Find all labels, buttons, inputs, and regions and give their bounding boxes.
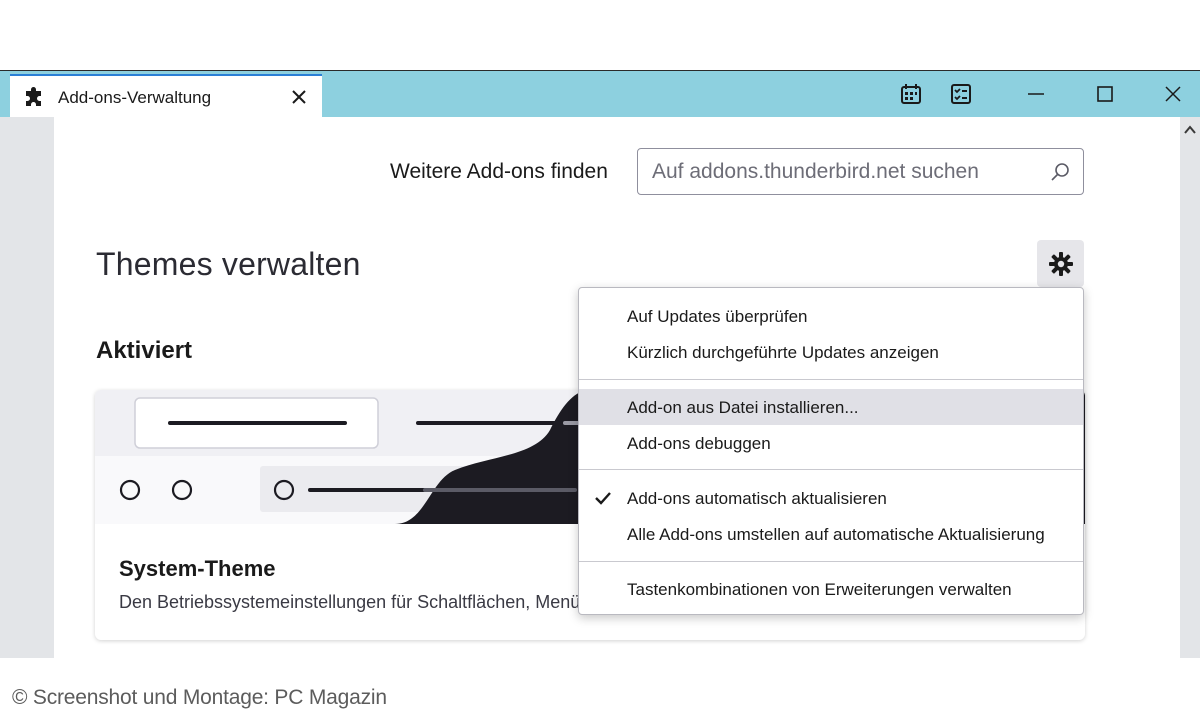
window-close-button[interactable] xyxy=(1158,79,1188,109)
menu-item-label: Add-ons automatisch aktualisieren xyxy=(627,489,887,508)
menu-item-manage-shortcuts[interactable]: Tastenkombinationen von Erweiterungen ve… xyxy=(579,571,1083,607)
menu-separator xyxy=(579,561,1083,562)
menu-item-recent-updates[interactable]: Kürzlich durchgeführte Updates anzeigen xyxy=(579,334,1083,370)
page-title: Themes verwalten xyxy=(96,246,361,282)
menu-item-check-updates[interactable]: Auf Updates überprüfen xyxy=(579,298,1083,334)
addons-search-input[interactable] xyxy=(652,159,1042,185)
maximize-button[interactable] xyxy=(1090,79,1120,109)
title-bar: Add-ons-Verwaltung xyxy=(0,71,1200,117)
menu-item-label: Add-on aus Datei installieren... xyxy=(627,398,859,417)
maximize-icon xyxy=(1097,86,1113,102)
tasks-button[interactable] xyxy=(946,79,976,109)
tab-close-button[interactable] xyxy=(286,84,312,110)
gear-icon xyxy=(1048,251,1073,276)
minimize-icon xyxy=(1028,93,1044,95)
theme-name: System-Theme xyxy=(119,556,276,581)
calendar-icon xyxy=(901,84,921,104)
vertical-scrollbar[interactable] xyxy=(1180,117,1200,658)
menu-separator xyxy=(579,469,1083,470)
screenshot-stage: Add-ons-Verwaltung Weitere Add-ons finde… xyxy=(0,0,1200,720)
menu-item-reset-auto-update[interactable]: Alle Add-ons umstellen auf automatische … xyxy=(579,516,1083,552)
search-icon xyxy=(1051,163,1069,181)
close-icon xyxy=(292,90,306,104)
image-credit: © Screenshot und Montage: PC Magazin xyxy=(12,686,387,709)
menu-item-label: Kürzlich durchgeführte Updates anzeigen xyxy=(627,343,939,362)
minimize-button[interactable] xyxy=(1021,79,1051,109)
checkmark-icon xyxy=(595,492,611,505)
tools-dropdown-menu: Auf Updates überprüfen Kürzlich durchgef… xyxy=(578,287,1084,615)
close-icon xyxy=(1165,86,1181,102)
menu-item-label: Add-ons debuggen xyxy=(627,434,771,453)
sidebar-strip xyxy=(0,117,54,658)
menu-item-label: Tastenkombinationen von Erweiterungen ve… xyxy=(627,580,1012,599)
puzzle-icon xyxy=(26,87,41,106)
tab-addons-manager[interactable]: Add-ons-Verwaltung xyxy=(10,74,322,117)
tools-gear-button[interactable] xyxy=(1037,240,1084,287)
menu-item-label: Alle Add-ons umstellen auf automatische … xyxy=(627,525,1045,544)
menu-item-auto-update[interactable]: Add-ons automatisch aktualisieren xyxy=(579,480,1083,516)
menu-separator xyxy=(579,379,1083,380)
menu-item-install-from-file[interactable]: Add-on aus Datei installieren... xyxy=(579,389,1083,425)
section-title-active: Aktiviert xyxy=(96,337,193,364)
tab-label: Add-ons-Verwaltung xyxy=(58,88,212,107)
find-more-addons-label: Weitere Add-ons finden xyxy=(390,160,608,183)
addons-search-box[interactable] xyxy=(637,148,1084,195)
menu-item-label: Auf Updates überprüfen xyxy=(627,307,808,326)
menu-item-debug-addons[interactable]: Add-ons debuggen xyxy=(579,425,1083,461)
tasks-icon xyxy=(951,84,971,104)
calendar-button[interactable] xyxy=(896,79,926,109)
scroll-up-arrow-icon[interactable] xyxy=(1183,123,1197,137)
